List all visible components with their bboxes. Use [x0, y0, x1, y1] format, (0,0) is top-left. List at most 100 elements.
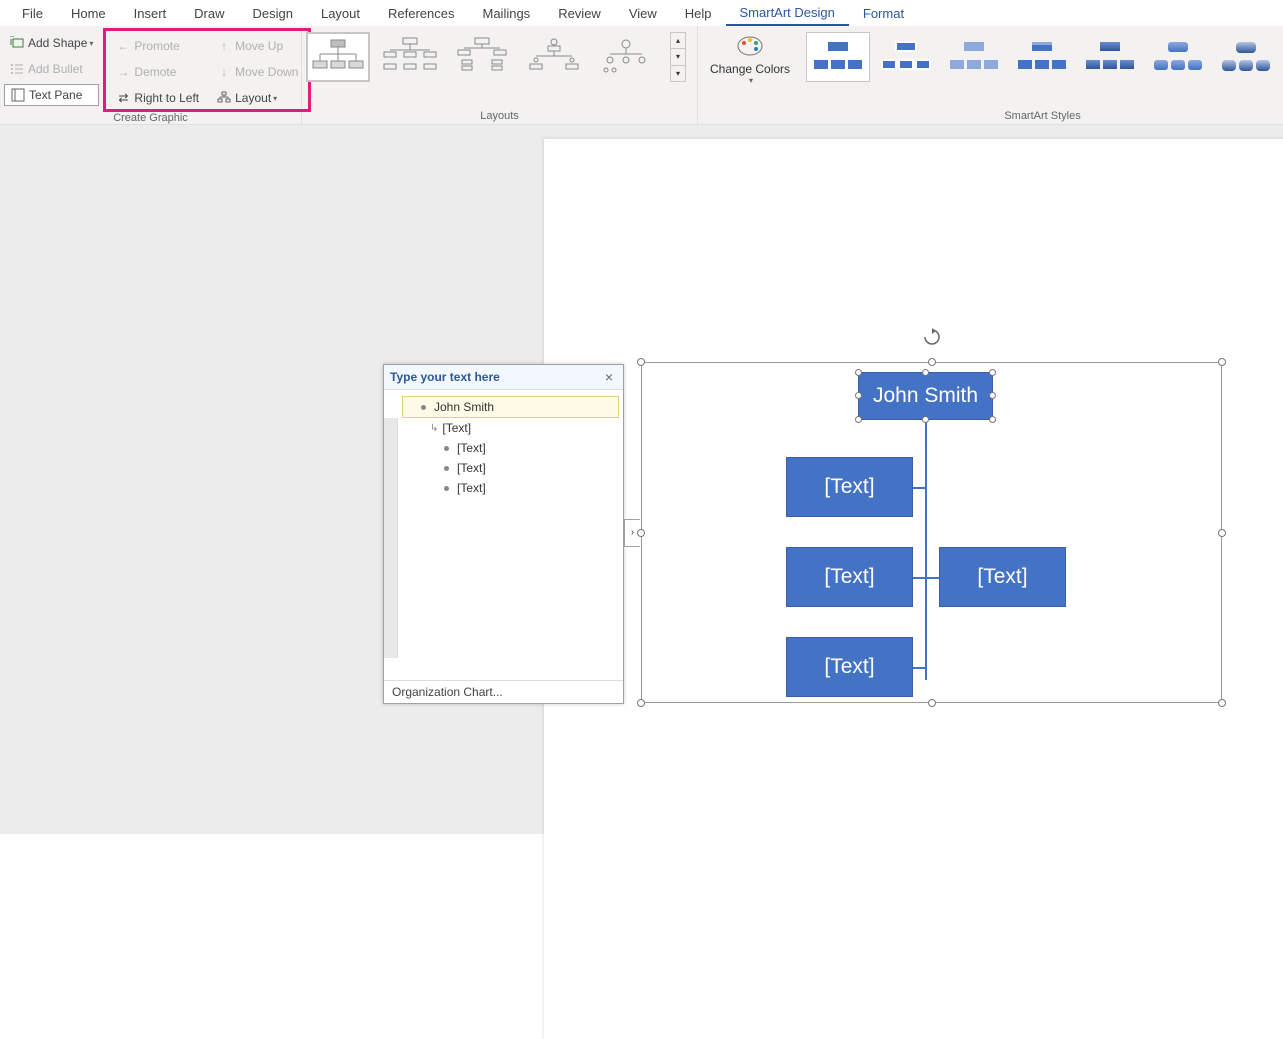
- resize-handle-e[interactable]: [1218, 529, 1226, 537]
- rotate-handle[interactable]: [923, 328, 941, 349]
- resize-handle-w[interactable]: [637, 529, 645, 537]
- resize-handle-n[interactable]: [928, 358, 936, 366]
- connector-vertical: [925, 420, 927, 680]
- node-assistant[interactable]: [Text]: [786, 457, 913, 517]
- demote-button[interactable]: → Demote: [110, 61, 205, 83]
- layout-thumb-5[interactable]: [594, 32, 658, 82]
- layouts-scroll: ▴ ▾ ▾: [670, 32, 686, 82]
- text-pane-button[interactable]: Text Pane: [4, 84, 99, 106]
- node-handle-nw[interactable]: [855, 369, 862, 376]
- text-pane-title: Type your text here: [390, 370, 500, 384]
- style-thumb-4[interactable]: [1010, 32, 1074, 82]
- style-thumb-6[interactable]: [1146, 32, 1210, 82]
- menu-bar: File Home Insert Draw Design Layout Refe…: [0, 0, 1283, 26]
- style-thumb-5[interactable]: [1078, 32, 1142, 82]
- bullet-item-4[interactable]: [Text]: [402, 478, 619, 498]
- resize-handle-sw[interactable]: [637, 699, 645, 707]
- resize-handle-ne[interactable]: [1218, 358, 1226, 366]
- bullet-item-0[interactable]: John Smith: [402, 396, 619, 418]
- layouts-scroll-more[interactable]: ▾: [671, 66, 685, 81]
- text-pane-footer[interactable]: Organization Chart...: [384, 680, 623, 703]
- move-down-button[interactable]: ↓ Move Down: [211, 61, 304, 83]
- bullet-item-2[interactable]: [Text]: [402, 438, 619, 458]
- text-pane-outline-strip: [384, 418, 398, 658]
- move-up-label: Move Up: [235, 39, 283, 53]
- layout-thumb-2[interactable]: [378, 32, 442, 82]
- menu-smartart-design[interactable]: SmartArt Design: [726, 1, 849, 26]
- style-thumb-3[interactable]: [942, 32, 1006, 82]
- node-handle-sw[interactable]: [855, 416, 862, 423]
- node-handle-e[interactable]: [989, 392, 996, 399]
- ribbon-group-create-graphic: Add Shape ▾ Add Bullet Text Pane: [0, 26, 302, 124]
- menu-draw[interactable]: Draw: [180, 2, 238, 25]
- menu-file[interactable]: File: [8, 2, 57, 25]
- menu-insert[interactable]: Insert: [120, 2, 181, 25]
- styles-gallery: [806, 28, 1279, 110]
- menu-layout[interactable]: Layout: [307, 2, 374, 25]
- style-thumb-1[interactable]: [806, 32, 870, 82]
- arrow-up-icon: ↑: [217, 39, 231, 53]
- smartart-container[interactable]: › John Smith [Text] [Text]: [641, 362, 1222, 703]
- menu-mailings[interactable]: Mailings: [469, 2, 545, 25]
- right-to-left-label: Right to Left: [134, 91, 199, 105]
- layouts-scroll-down[interactable]: ▾: [671, 49, 685, 65]
- bullet-text-4: [Text]: [457, 481, 486, 495]
- bullet-item-3[interactable]: [Text]: [402, 458, 619, 478]
- layout-thumb-1[interactable]: [306, 32, 370, 82]
- move-up-button[interactable]: ↑ Move Up: [211, 35, 304, 57]
- layout-label: Layout: [235, 91, 271, 105]
- layout-icon: [217, 91, 231, 105]
- node-text: [Text]: [824, 655, 874, 679]
- text-pane-label: Text Pane: [29, 88, 82, 102]
- node-handle-se[interactable]: [989, 416, 996, 423]
- resize-handle-nw[interactable]: [637, 358, 645, 366]
- promote-button[interactable]: ← Promote: [110, 35, 205, 57]
- layouts-group-label: Layouts: [306, 110, 693, 124]
- layouts-gallery: ▴ ▾ ▾: [306, 28, 693, 110]
- add-shape-button[interactable]: Add Shape ▾: [4, 32, 99, 54]
- add-bullet-label: Add Bullet: [28, 62, 83, 76]
- ribbon-group-layouts: ▴ ▾ ▾ Layouts: [302, 26, 698, 124]
- node-handle-ne[interactable]: [989, 369, 996, 376]
- menu-references[interactable]: References: [374, 2, 468, 25]
- layout-button[interactable]: Layout ▾: [211, 87, 304, 109]
- node-child-1[interactable]: [Text]: [786, 547, 913, 607]
- menu-help[interactable]: Help: [671, 2, 726, 25]
- text-pane-icon: [11, 88, 25, 102]
- node-root[interactable]: John Smith: [858, 372, 993, 420]
- menu-design[interactable]: Design: [239, 2, 307, 25]
- bullet-text-1: [Text]: [442, 421, 471, 435]
- node-handle-n[interactable]: [922, 369, 929, 376]
- rtl-icon: ⇄: [116, 91, 130, 105]
- connector-h1: [911, 487, 927, 489]
- resize-handle-s[interactable]: [928, 699, 936, 707]
- menu-review[interactable]: Review: [544, 2, 615, 25]
- arrow-right-icon: →: [116, 65, 130, 79]
- chevron-right-icon: ›: [631, 527, 634, 538]
- menu-view[interactable]: View: [615, 2, 671, 25]
- style-thumb-2[interactable]: [874, 32, 938, 82]
- text-pane-close-button[interactable]: ×: [601, 369, 617, 385]
- connector-h2: [911, 577, 927, 579]
- bullet-item-1[interactable]: ↳ [Text]: [402, 418, 619, 438]
- bullet-text-0: John Smith: [434, 400, 494, 414]
- styles-group-label: SmartArt Styles: [806, 110, 1279, 124]
- layouts-scroll-up[interactable]: ▴: [671, 33, 685, 49]
- layout-thumb-3[interactable]: [450, 32, 514, 82]
- change-colors-button[interactable]: Change Colors ▾: [702, 28, 798, 85]
- menu-format[interactable]: Format: [849, 2, 918, 25]
- resize-handle-se[interactable]: [1218, 699, 1226, 707]
- style-thumb-7[interactable]: [1214, 32, 1278, 82]
- bullet-icon: [444, 486, 449, 491]
- menu-home[interactable]: Home: [57, 2, 120, 25]
- node-child-2[interactable]: [Text]: [939, 547, 1066, 607]
- node-child-3[interactable]: [Text]: [786, 637, 913, 697]
- add-bullet-button[interactable]: Add Bullet: [4, 58, 99, 80]
- node-handle-s[interactable]: [922, 416, 929, 423]
- close-icon: ×: [605, 369, 613, 385]
- node-handle-w[interactable]: [855, 392, 862, 399]
- layout-thumb-4[interactable]: [522, 32, 586, 82]
- node-root-text: John Smith: [873, 384, 978, 408]
- right-to-left-button[interactable]: ⇄ Right to Left: [110, 87, 205, 109]
- node-text: [Text]: [824, 565, 874, 589]
